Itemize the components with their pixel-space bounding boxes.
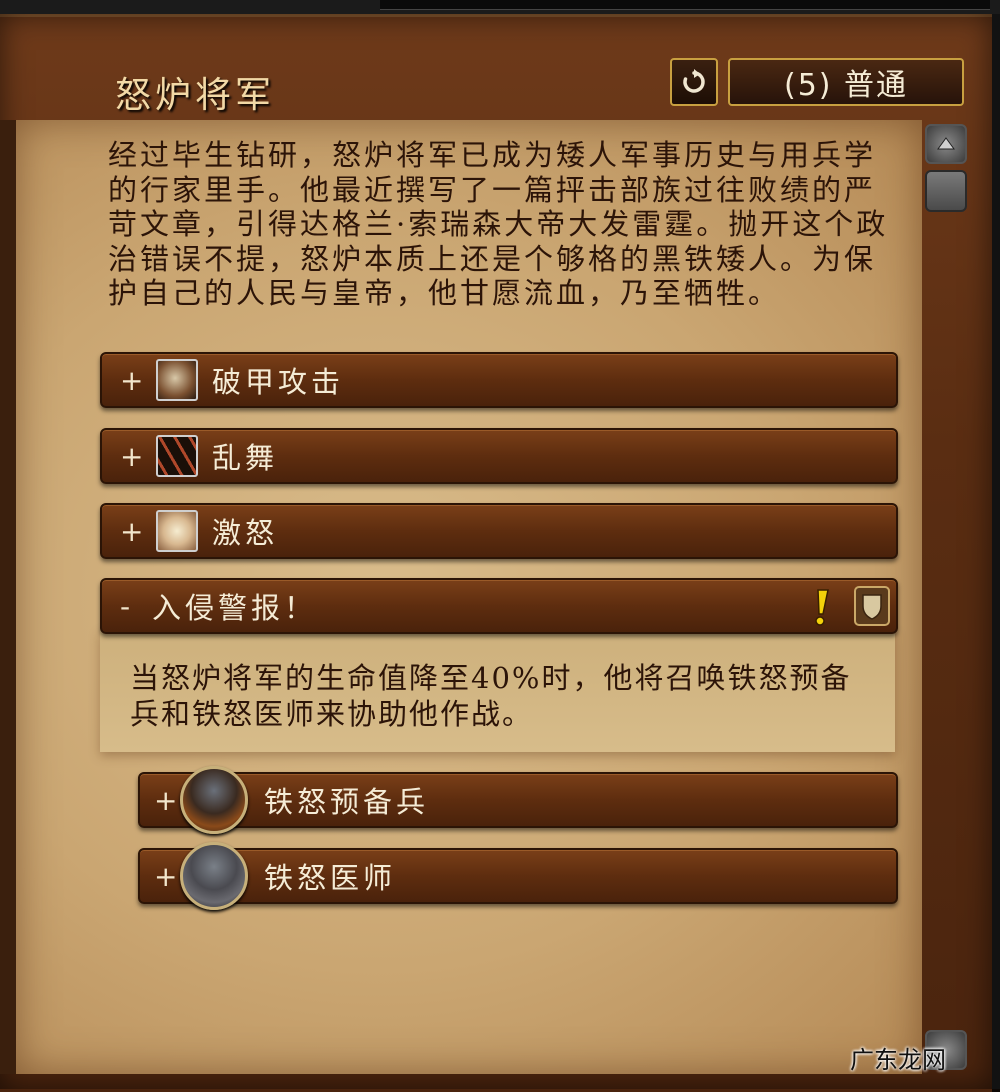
enrage-icon [156,510,198,552]
ability-row-sunder[interactable]: + 破甲攻击 [100,352,898,408]
exclamation-icon [810,588,832,630]
difficulty-button[interactable]: (5) 普通 [728,58,964,106]
flurry-claws-icon [156,435,198,477]
npc-row-reserve[interactable]: + 铁怒预备兵 [138,772,898,828]
expand-toggle[interactable]: + [120,440,144,473]
ability-row-flurry[interactable]: + 乱舞 [100,428,898,484]
ability-row-enrage[interactable]: + 激怒 [100,503,898,559]
ability-label: 乱舞 [212,441,279,475]
expand-toggle[interactable]: + [154,784,178,817]
left-border [0,120,16,1074]
boss-description: 经过毕生钻研，怒炉将军已成为矮人军事历史与用兵学的行家里手。他最近撰写了一篇抨击… [108,138,889,310]
window-top-strip [0,0,1000,14]
reset-arrow-icon [683,69,705,93]
top-dark-bar [380,0,990,10]
sunder-armor-icon [156,359,198,401]
scroll-up-button[interactable] [925,124,967,164]
section-description: 当怒炉将军的生命值降至40%时，他将召唤铁怒预备兵和铁怒医师来协助他作战。 [130,661,852,731]
expand-toggle[interactable]: + [120,515,144,548]
collapse-toggle[interactable]: - [120,590,144,623]
scrollbar-thumb[interactable] [925,170,967,212]
reset-button[interactable] [670,58,718,106]
section-label: 入侵警报！ [152,591,318,625]
expand-toggle[interactable]: + [120,364,144,397]
watermark-text: 广东龙网 [850,1046,946,1074]
npc-label: 铁怒预备兵 [264,785,430,819]
right-edge [992,14,1000,1089]
npc-row-medic[interactable]: + 铁怒医师 [138,848,898,904]
dwarf-reserve-portrait [180,766,248,834]
scroll-up-arrow-icon [937,137,955,150]
boss-title: 怒炉将军 [115,75,276,116]
dwarf-medic-portrait [180,842,248,910]
npc-label: 铁怒医师 [264,861,397,895]
ability-label: 激怒 [212,516,279,550]
ability-label: 破甲攻击 [212,365,345,399]
tank-shield-icon [854,586,890,630]
section-header-invasion-alert[interactable]: - 入侵警报！ [100,578,898,634]
expand-toggle[interactable]: + [154,860,178,893]
